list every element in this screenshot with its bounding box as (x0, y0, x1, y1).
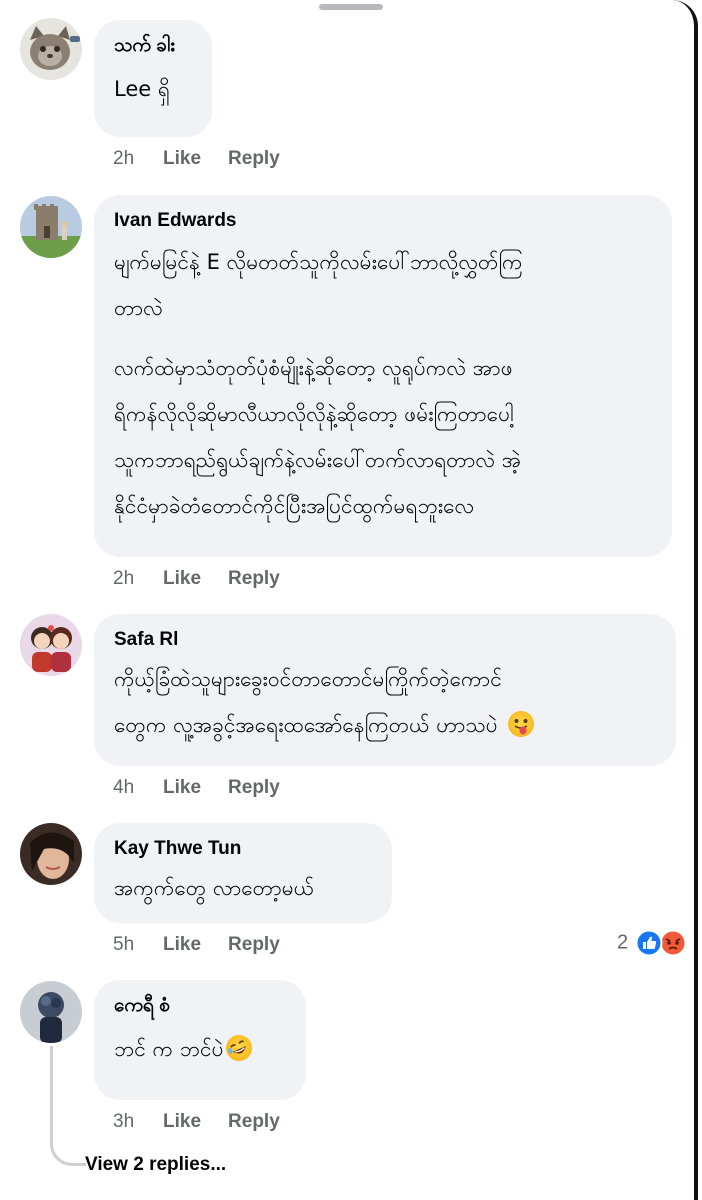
comment-text-line: တာလဲ (114, 296, 163, 320)
comment-text-line: လက်ထဲမှာသံတုတ်ပုံစံမျိုးနဲ့ဆိုတော့ လူရုပ… (114, 356, 513, 380)
comment-text: ဘင် က ဘင်ပဲ (114, 1037, 224, 1061)
reaction-summary[interactable]: 2 (617, 929, 687, 957)
view-replies-link[interactable]: View 2 replies... (85, 1154, 226, 1176)
angry-reaction-icon (659, 929, 687, 957)
comment-author[interactable]: Safa Rl (114, 628, 656, 652)
comment-bubble: ကေရီ စံ ဘင် က ဘင်ပဲ (94, 980, 306, 1100)
comment-text-line: တွေက လူ့အခွင့်အရေးထအော်နေကြတယ် ဟာသပဲ (114, 702, 656, 748)
comment-actions: 3h Like Reply (113, 1111, 280, 1133)
like-button[interactable]: Like (163, 568, 201, 590)
comment-text-line: နိုင်ငံမှာခဲတံတောင်ကိုင်ပြီးအပြင်ထွက်မရဘ… (114, 494, 475, 518)
comment-bubble: သက် ခါး Lee ရှိ (94, 20, 212, 137)
comment-author[interactable]: Kay Thwe Tun (114, 837, 372, 861)
couple-cartoon-avatar-icon (20, 614, 82, 676)
comment-bubble: Safa Rl ကိုယ့်ခြံထဲသူများခွေးဝင်တာတောင်မ… (94, 614, 676, 766)
comment-text-line: သူကဘာရည်ရွယ်ချက်နဲ့လမ်းပေါ်တက်လာရတာလဲ အဲ… (114, 448, 522, 472)
sheet-drag-handle[interactable] (319, 4, 383, 10)
like-button[interactable]: Like (163, 777, 201, 799)
comment-text-line: ကိုယ့်ခြံထဲသူများခွေးဝင်တာတောင်မကြိုက်တဲ… (114, 667, 502, 691)
comment-actions: 4h Like Reply (113, 777, 280, 799)
comment-actions: 2h Like Reply (113, 568, 280, 590)
avatar[interactable] (20, 823, 82, 885)
like-reaction-icon (635, 929, 663, 957)
comment-actions: 5h Like Reply (113, 934, 280, 956)
reaction-count: 2 (617, 931, 629, 954)
cat-avatar-icon (20, 18, 82, 80)
comment-actions: 2h Like Reply (113, 148, 280, 170)
avatar[interactable] (20, 981, 82, 1043)
comment-text: တွေက လူ့အခွင့်အရေးထအော်နေကြတယ် ဟာသပဲ (114, 713, 498, 737)
comment-timestamp: 2h (113, 568, 135, 589)
comment-author[interactable]: ကေရီ စံ (114, 994, 286, 1018)
reply-button[interactable]: Reply (228, 148, 280, 170)
woman-portrait-avatar-icon (20, 823, 82, 885)
comment-timestamp: 5h (113, 934, 135, 955)
like-button[interactable]: Like (163, 934, 201, 956)
comment-text-line: ရိကန်လိုလိုဆိုမာလီယာလိုလိုနဲ့ဆိုတော့ ဖမ်… (114, 402, 514, 426)
flower-avatar-icon (20, 981, 82, 1043)
comment-author[interactable]: သက် ခါး (114, 34, 192, 58)
like-button[interactable]: Like (163, 1111, 201, 1133)
comment-text-line: မျက်မမြင်နဲ့ E လိုမတတ်သူကိုလမ်းပေါ်ဘာလို… (114, 250, 523, 274)
avatar[interactable] (20, 614, 82, 676)
rolling-laughing-emoji-icon (225, 1035, 252, 1061)
comment-text-line: အကွက်တွေ လာတော့မယ် (114, 876, 315, 900)
comment-author[interactable]: Ivan Edwards (114, 209, 652, 233)
comment-bubble: Kay Thwe Tun အကွက်တွေ လာတော့မယ် (94, 823, 392, 923)
reaction-icons (635, 929, 687, 957)
like-button[interactable]: Like (163, 148, 201, 170)
comment-timestamp: 3h (113, 1111, 135, 1132)
reply-button[interactable]: Reply (228, 777, 280, 799)
reply-button[interactable]: Reply (228, 1111, 280, 1133)
comment-timestamp: 4h (113, 777, 135, 798)
tongue-out-emoji-icon (507, 711, 534, 737)
avatar[interactable] (20, 18, 82, 80)
comment-text-line: ဘင် က ဘင်ပဲ (114, 1026, 286, 1072)
comment-timestamp: 2h (113, 148, 135, 169)
avatar[interactable] (20, 196, 82, 258)
reply-button[interactable]: Reply (228, 934, 280, 956)
comment-text-line: Lee ရှိ (114, 77, 170, 101)
comment-bubble: Ivan Edwards မျက်မမြင်နဲ့ E လိုမတတ်သူကို… (94, 195, 672, 557)
reply-button[interactable]: Reply (228, 568, 280, 590)
castle-avatar-icon (20, 196, 82, 258)
reply-thread-line (50, 1046, 86, 1166)
